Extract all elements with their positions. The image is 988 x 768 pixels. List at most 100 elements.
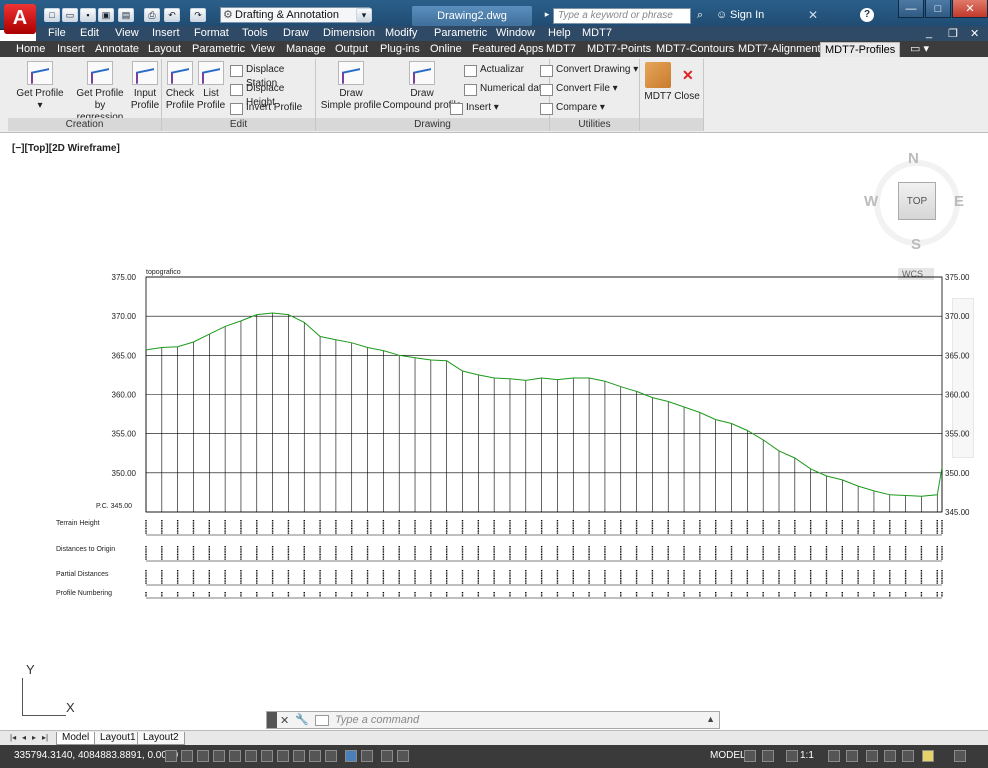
invert-profile-button[interactable]: Invert Profile: [230, 101, 302, 115]
sign-in-link[interactable]: Sign In: [730, 9, 764, 21]
menu-view[interactable]: View: [115, 27, 139, 39]
snap-icon[interactable]: [181, 750, 193, 762]
tab-mdt7-contours[interactable]: MDT7-Contours: [656, 42, 734, 57]
tab-view[interactable]: View: [251, 42, 275, 57]
get-profile-button[interactable]: Get Profile ▾: [16, 61, 64, 112]
tab-insert[interactable]: Insert: [57, 42, 85, 57]
menu-mdt7[interactable]: MDT7: [582, 27, 612, 39]
tab-mdt7[interactable]: MDT7: [546, 42, 576, 57]
tab-output[interactable]: Output: [335, 42, 368, 57]
viewcube-east[interactable]: E: [954, 193, 964, 210]
convert-file-dropdown[interactable]: Convert File ▾: [540, 82, 618, 96]
save-as-icon[interactable]: ▣: [98, 8, 114, 22]
tab-manage[interactable]: Manage: [286, 42, 326, 57]
command-close-icon[interactable]: ✕: [280, 714, 289, 727]
quick-view-layouts-icon[interactable]: [744, 750, 756, 762]
toolbar-lock-icon[interactable]: [884, 750, 896, 762]
workspace-switching-icon[interactable]: [866, 750, 878, 762]
application-menu-button[interactable]: A: [4, 4, 36, 34]
command-grip[interactable]: [267, 712, 277, 728]
quick-properties-icon[interactable]: [361, 750, 373, 762]
menu-parametric[interactable]: Parametric: [434, 27, 487, 39]
open-icon[interactable]: ▭: [62, 8, 78, 22]
menu-help[interactable]: Help: [548, 27, 571, 39]
close-icon[interactable]: ✕: [952, 0, 988, 18]
last-layout-icon[interactable]: ▸|: [42, 733, 50, 743]
clean-screen-icon[interactable]: [954, 750, 966, 762]
print-icon[interactable]: ⎙: [144, 8, 160, 22]
ribbon-minimize-icon[interactable]: ▭ ▾: [910, 42, 929, 57]
model-space-toggle[interactable]: MODEL: [710, 750, 746, 761]
insert-dropdown[interactable]: Insert ▾: [450, 101, 499, 115]
tab-mdt7-points[interactable]: MDT7-Points: [587, 42, 651, 57]
minimize-doc-icon[interactable]: _: [926, 27, 932, 39]
tab-parametric[interactable]: Parametric: [192, 42, 245, 57]
draw-simple-profile-button[interactable]: Draw Simple profile: [320, 61, 382, 112]
tab-mdt7-alignment[interactable]: MDT7-Alignment: [738, 42, 821, 57]
mdt7-icon[interactable]: [645, 62, 671, 88]
3d-osnap-icon[interactable]: [261, 750, 273, 762]
tab-layout[interactable]: Layout: [148, 42, 181, 57]
tab-layout1[interactable]: Layout1: [94, 732, 142, 745]
close-doc-icon[interactable]: ✕: [970, 27, 979, 40]
viewcube-west[interactable]: W: [864, 193, 878, 210]
binoculars-icon[interactable]: ⌕: [697, 9, 703, 22]
close-button[interactable]: Close: [674, 91, 700, 103]
prev-layout-icon[interactable]: ◂: [22, 733, 30, 743]
otrack-icon[interactable]: [277, 750, 289, 762]
tab-online[interactable]: Online: [430, 42, 462, 57]
lineweight-icon[interactable]: [325, 750, 337, 762]
save-icon[interactable]: ▪: [80, 8, 96, 22]
next-layout-icon[interactable]: ▸: [32, 733, 40, 743]
undo-icon[interactable]: ↶: [164, 8, 180, 22]
selection-cycling-icon[interactable]: [381, 750, 393, 762]
wrench-icon[interactable]: 🔧: [295, 713, 309, 726]
new-icon[interactable]: □: [44, 8, 60, 22]
tab-model[interactable]: Model: [56, 732, 96, 745]
menu-edit[interactable]: Edit: [80, 27, 99, 39]
qat-dropdown-icon[interactable]: ▾: [356, 8, 372, 22]
workspace-selector[interactable]: Drafting & Annotation: [220, 7, 370, 23]
tab-layout2[interactable]: Layout2: [137, 732, 185, 745]
command-history-icon[interactable]: ▲: [706, 714, 715, 724]
plot-icon[interactable]: ▤: [118, 8, 134, 22]
ducs-icon[interactable]: [293, 750, 305, 762]
close-red-icon[interactable]: ✕: [682, 67, 694, 84]
annotation-visibility-icon[interactable]: [828, 750, 840, 762]
viewport-controls[interactable]: [−][Top][2D Wireframe]: [12, 143, 120, 154]
list-profile-button[interactable]: List Profile: [196, 61, 226, 112]
annotation-scale-icon[interactable]: [786, 750, 798, 762]
convert-drawing-dropdown[interactable]: Convert Drawing ▾: [540, 63, 638, 77]
maximize-icon[interactable]: □: [925, 0, 951, 18]
help-icon[interactable]: ?: [860, 8, 874, 22]
search-expand-icon[interactable]: ▸: [543, 8, 551, 22]
isolate-objects-icon[interactable]: [922, 750, 934, 762]
annotation-scale[interactable]: 1:1: [800, 750, 814, 761]
menu-dimension[interactable]: Dimension: [323, 27, 375, 39]
first-layout-icon[interactable]: |◂: [10, 733, 18, 743]
quick-view-drawings-icon[interactable]: [762, 750, 774, 762]
polar-icon[interactable]: [229, 750, 241, 762]
dyn-icon[interactable]: [309, 750, 321, 762]
actualizar-button[interactable]: Actualizar: [464, 63, 524, 77]
numerical-data-button[interactable]: Numerical data: [464, 82, 547, 96]
redo-icon[interactable]: ↷: [190, 8, 206, 22]
input-profile-button[interactable]: Input Profile: [130, 61, 160, 112]
restore-doc-icon[interactable]: ❐: [948, 27, 958, 40]
infer-constraints-icon[interactable]: [165, 750, 177, 762]
hardware-acceleration-icon[interactable]: [902, 750, 914, 762]
menu-draw[interactable]: Draw: [283, 27, 309, 39]
tab-plugins[interactable]: Plug-ins: [380, 42, 420, 57]
menu-insert[interactable]: Insert: [152, 27, 180, 39]
ortho-icon[interactable]: [213, 750, 225, 762]
exchange-icon[interactable]: ✕: [808, 8, 818, 22]
viewcube-top[interactable]: TOP: [898, 182, 936, 220]
osnap-icon[interactable]: [245, 750, 257, 762]
check-profile-button[interactable]: Check Profile: [164, 61, 196, 112]
menu-modify[interactable]: Modify: [385, 27, 417, 39]
compare-dropdown[interactable]: Compare ▾: [540, 101, 605, 115]
tab-annotate[interactable]: Annotate: [95, 42, 139, 57]
command-input[interactable]: Type a command: [335, 714, 419, 726]
tab-home[interactable]: Home: [16, 42, 45, 57]
search-input[interactable]: Type a keyword or phrase: [553, 8, 691, 24]
